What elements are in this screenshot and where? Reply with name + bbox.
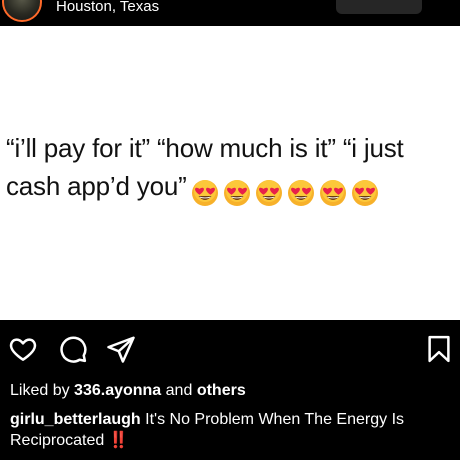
comment-icon[interactable] xyxy=(58,334,88,364)
caption: girlu_betterlaugh It's No Problem When T… xyxy=(10,409,460,451)
heart-eyes-emoji xyxy=(191,180,218,207)
action-bar xyxy=(0,330,460,370)
send-icon[interactable] xyxy=(106,334,136,364)
caption-username[interactable]: girlu_betterlaugh xyxy=(10,411,141,428)
likes-user[interactable]: 336.ayonna xyxy=(74,382,161,399)
post-image[interactable]: “i’ll pay for it” “how much is it” “i ju… xyxy=(0,26,460,320)
heart-eyes-emoji xyxy=(255,180,282,207)
heart-eyes-emoji-row xyxy=(191,172,383,210)
heart-eyes-emoji xyxy=(319,180,346,207)
post-location[interactable]: Houston, Texas xyxy=(56,0,159,17)
follow-button[interactable] xyxy=(336,0,422,14)
avatar[interactable] xyxy=(2,0,42,22)
bookmark-icon[interactable] xyxy=(424,334,454,364)
heart-eyes-emoji xyxy=(351,180,378,207)
double-exclamation-emoji: ‼️ xyxy=(108,432,129,449)
likes-middle: and xyxy=(165,382,193,399)
heart-eyes-emoji xyxy=(287,180,314,207)
likes-line[interactable]: Liked by 336.ayonna and others xyxy=(10,381,246,401)
post-header: Houston, Texas xyxy=(0,0,460,26)
likes-prefix: Liked by xyxy=(10,382,70,399)
heart-icon[interactable] xyxy=(8,334,38,364)
tweet-text: “i’ll pay for it” “how much is it” “i ju… xyxy=(6,129,458,210)
heart-eyes-emoji xyxy=(223,180,250,207)
likes-others[interactable]: others xyxy=(197,382,246,399)
